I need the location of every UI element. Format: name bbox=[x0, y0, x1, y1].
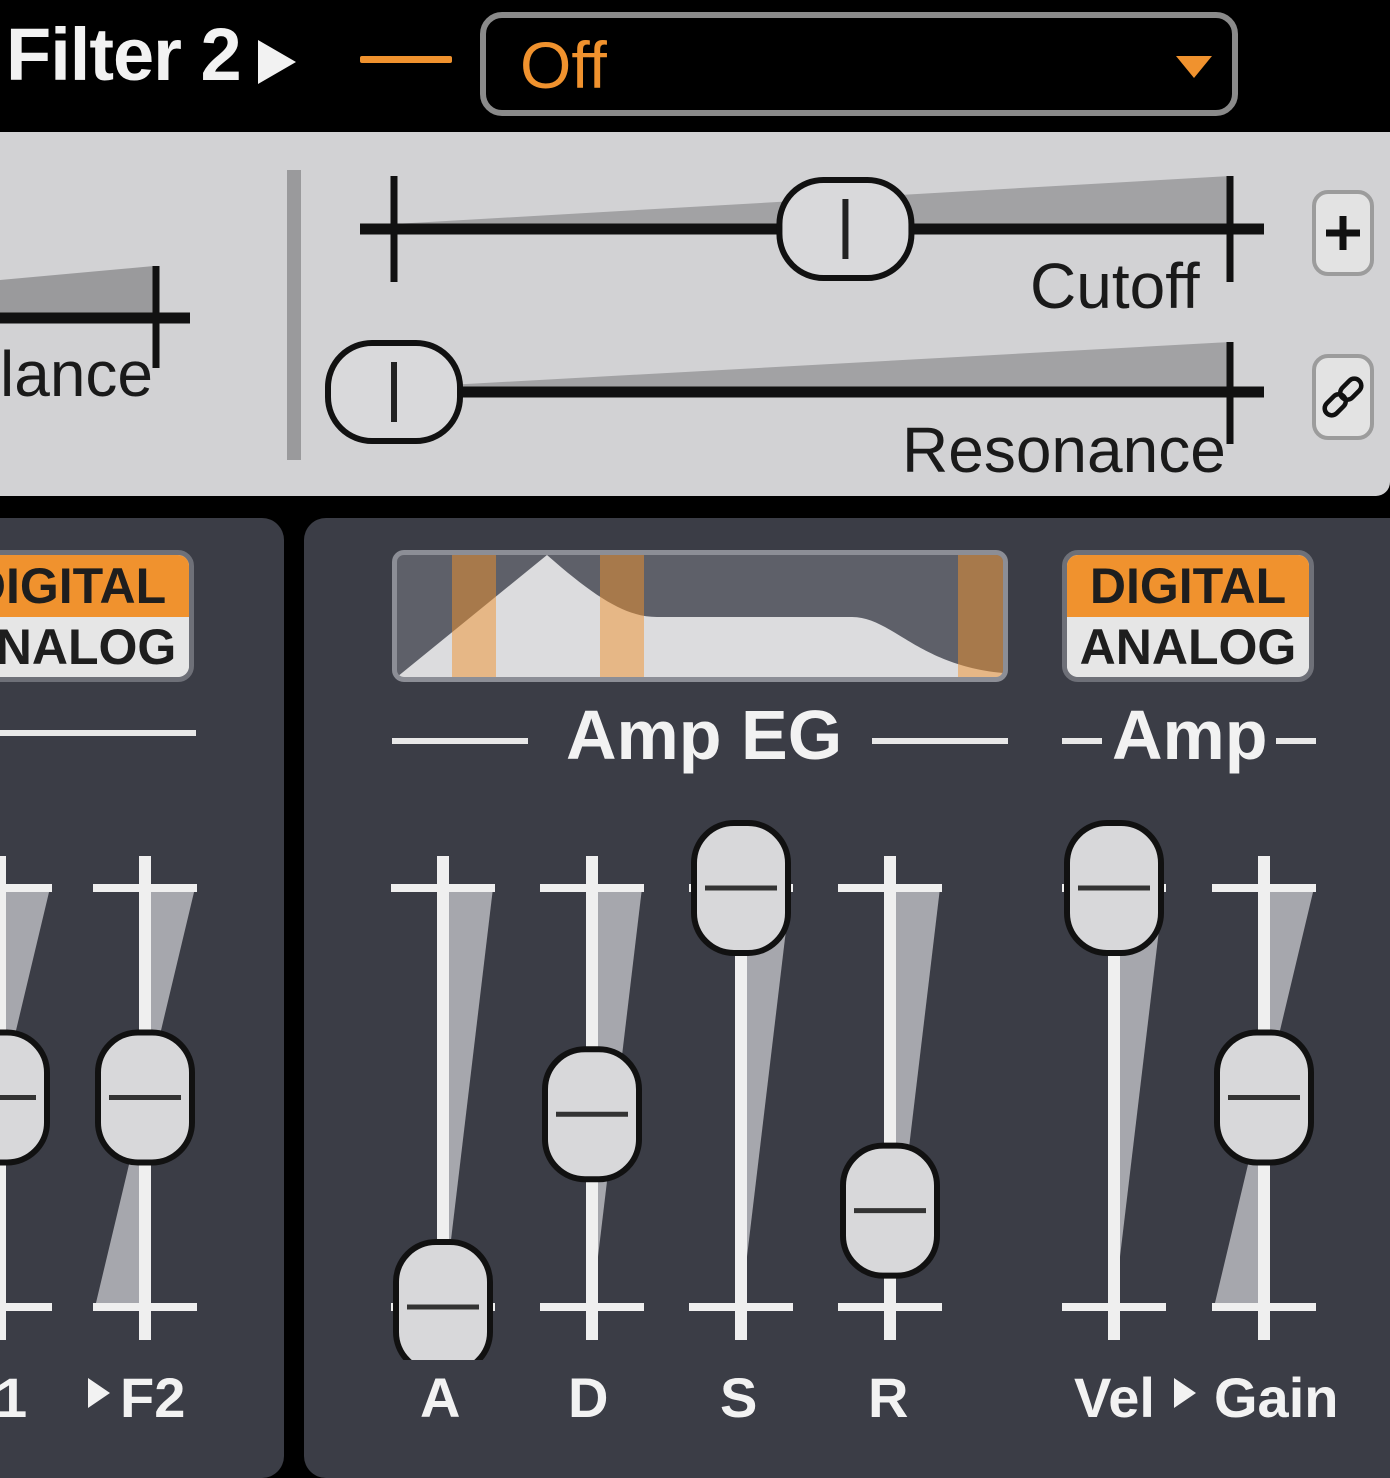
filter-mode-switch[interactable]: DIGITAL ANALOG bbox=[0, 550, 194, 682]
filter-routing-indicator bbox=[360, 56, 452, 63]
fader-thumb[interactable] bbox=[691, 820, 791, 956]
f2-label: F2 bbox=[120, 1366, 186, 1429]
mode-option-digital[interactable]: DIGITAL bbox=[0, 555, 189, 617]
fader-thumb[interactable] bbox=[1064, 820, 1164, 956]
vertical-faders bbox=[0, 820, 1316, 1360]
mode-option-analog[interactable]: ANALOG bbox=[0, 617, 189, 677]
fader-thumb-body bbox=[393, 1239, 493, 1360]
filter-env-f2-fader[interactable] bbox=[93, 856, 197, 1340]
release-fader[interactable] bbox=[838, 856, 942, 1340]
sustain-label: S bbox=[720, 1366, 758, 1429]
mode-option-analog[interactable]: ANALOG bbox=[1067, 617, 1309, 677]
sustain-fader[interactable] bbox=[689, 820, 793, 1340]
link-button[interactable] bbox=[1312, 354, 1374, 440]
amp-eg-display bbox=[392, 550, 1008, 682]
resonance-slider-thumb[interactable] bbox=[325, 340, 463, 444]
amp-title: Amp bbox=[1112, 696, 1268, 774]
gain-fader[interactable] bbox=[1212, 856, 1316, 1340]
amp-mode-switch[interactable]: DIGITAL ANALOG bbox=[1062, 550, 1314, 682]
play-arrow-icon bbox=[1174, 1378, 1196, 1408]
fader-thumb[interactable] bbox=[542, 1046, 642, 1183]
resonance-ramp bbox=[394, 342, 1230, 388]
filter-controls-panel: lance Cutoff Resonance bbox=[0, 132, 1390, 496]
link-icon bbox=[1322, 376, 1364, 418]
fader-thumb[interactable] bbox=[95, 1029, 195, 1166]
balance-ramp bbox=[0, 266, 154, 314]
mode-option-digital[interactable]: DIGITAL bbox=[1067, 555, 1309, 617]
fader-thumb[interactable] bbox=[840, 1142, 940, 1279]
resonance-label: Resonance bbox=[902, 414, 1226, 486]
decay-label: D bbox=[568, 1366, 609, 1429]
gain-label: Gain bbox=[1214, 1366, 1339, 1429]
fader-thumb[interactable] bbox=[0, 1029, 50, 1166]
fader-thumb[interactable] bbox=[1214, 1029, 1314, 1166]
envelope-graph bbox=[397, 555, 1003, 677]
filter-type-value: Off bbox=[520, 28, 607, 102]
filter-type-select[interactable]: Off bbox=[480, 12, 1238, 116]
release-label: R bbox=[868, 1366, 909, 1429]
velocity-fader[interactable] bbox=[1062, 820, 1166, 1340]
filter-env-f1-fader[interactable] bbox=[0, 856, 52, 1340]
fader-thumb[interactable] bbox=[393, 1239, 493, 1360]
filter-title: Filter 2 bbox=[6, 13, 242, 96]
amp-eg-title: Amp EG bbox=[566, 696, 843, 774]
cutoff-slider-thumb[interactable] bbox=[776, 177, 915, 281]
play-arrow-icon bbox=[88, 1378, 110, 1408]
add-modulation-button[interactable] bbox=[1312, 190, 1374, 276]
filter-header: Filter 2 Off bbox=[0, 0, 1390, 132]
plus-icon bbox=[1326, 216, 1360, 250]
cutoff-label: Cutoff bbox=[1030, 250, 1200, 322]
balance-label: lance bbox=[0, 338, 153, 410]
amp-eg-rule-left bbox=[392, 738, 528, 744]
attack-fader[interactable] bbox=[391, 856, 495, 1360]
amp-rule-right bbox=[1276, 738, 1316, 744]
expand-arrow-icon[interactable] bbox=[258, 40, 296, 84]
amp-rule-left bbox=[1062, 738, 1102, 744]
filter-env-rule bbox=[0, 730, 196, 736]
f1-label: 1 bbox=[0, 1366, 28, 1429]
velocity-label: Vel bbox=[1074, 1366, 1155, 1429]
decay-fader[interactable] bbox=[540, 856, 644, 1340]
chevron-down-icon bbox=[1176, 56, 1212, 78]
attack-label: A bbox=[420, 1366, 461, 1429]
amp-eg-rule-right bbox=[872, 738, 1008, 744]
